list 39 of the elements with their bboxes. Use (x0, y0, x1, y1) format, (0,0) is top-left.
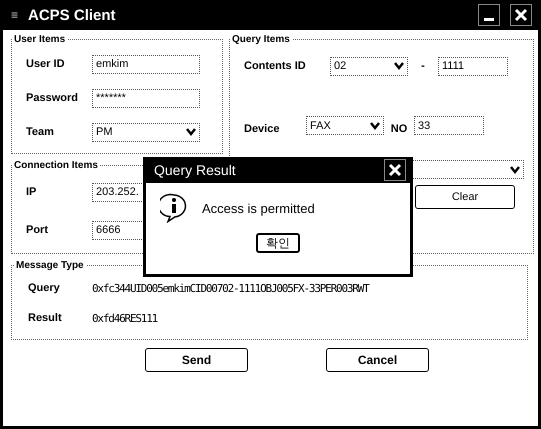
close-icon (514, 8, 528, 22)
dropdown-field[interactable]: 02 (330, 56, 408, 76)
send-button[interactable]: Send (145, 348, 248, 372)
ok-button[interactable]: 확인 (256, 233, 300, 253)
field-label: Password (25, 92, 79, 104)
field-label: User ID (25, 58, 66, 70)
input-field[interactable]: 1111 (438, 56, 508, 76)
field-label: NO (390, 123, 408, 135)
minimize-button[interactable] (478, 4, 500, 26)
minimize-icon (484, 18, 494, 20)
clear-button[interactable]: Clear (415, 185, 515, 209)
input-field[interactable]: ******* (92, 88, 200, 108)
field-label: Result (27, 312, 63, 324)
close-button[interactable] (510, 4, 532, 26)
field-label: Port (25, 224, 49, 236)
group-title: Connection Items (13, 160, 99, 171)
message-value: 0xfd46RES111 (92, 312, 158, 324)
dropdown-field[interactable]: PM (92, 122, 200, 142)
field-label: Team (25, 126, 55, 138)
close-button[interactable] (384, 159, 406, 181)
dropdown-field[interactable]: FAX (306, 116, 384, 135)
field-label: Device (243, 123, 280, 135)
cancel-button[interactable]: Cancel (326, 348, 429, 372)
dialog-message: Access is permitted (202, 200, 315, 216)
window-title: ACPS Client (28, 6, 117, 24)
info-icon (160, 193, 188, 223)
input-field[interactable]: 33 (414, 116, 484, 135)
close-icon (388, 163, 402, 177)
field-label: - (420, 60, 426, 72)
input-field[interactable]: emkim (92, 54, 200, 74)
group-title: User Items (13, 34, 66, 45)
message-value: 0xfc344UID005emkimCID00702-1111OBJ005FX-33PER003RWT (92, 282, 369, 294)
dialog-title: Query Result (154, 162, 236, 178)
field-label: Contents ID (243, 60, 307, 72)
field-label: IP (25, 186, 38, 198)
field-label: Query (27, 282, 61, 294)
menu-glyph[interactable]: ≡ (11, 8, 18, 22)
group-title: Message Type (15, 260, 85, 271)
group-title: Query Items (231, 34, 291, 45)
